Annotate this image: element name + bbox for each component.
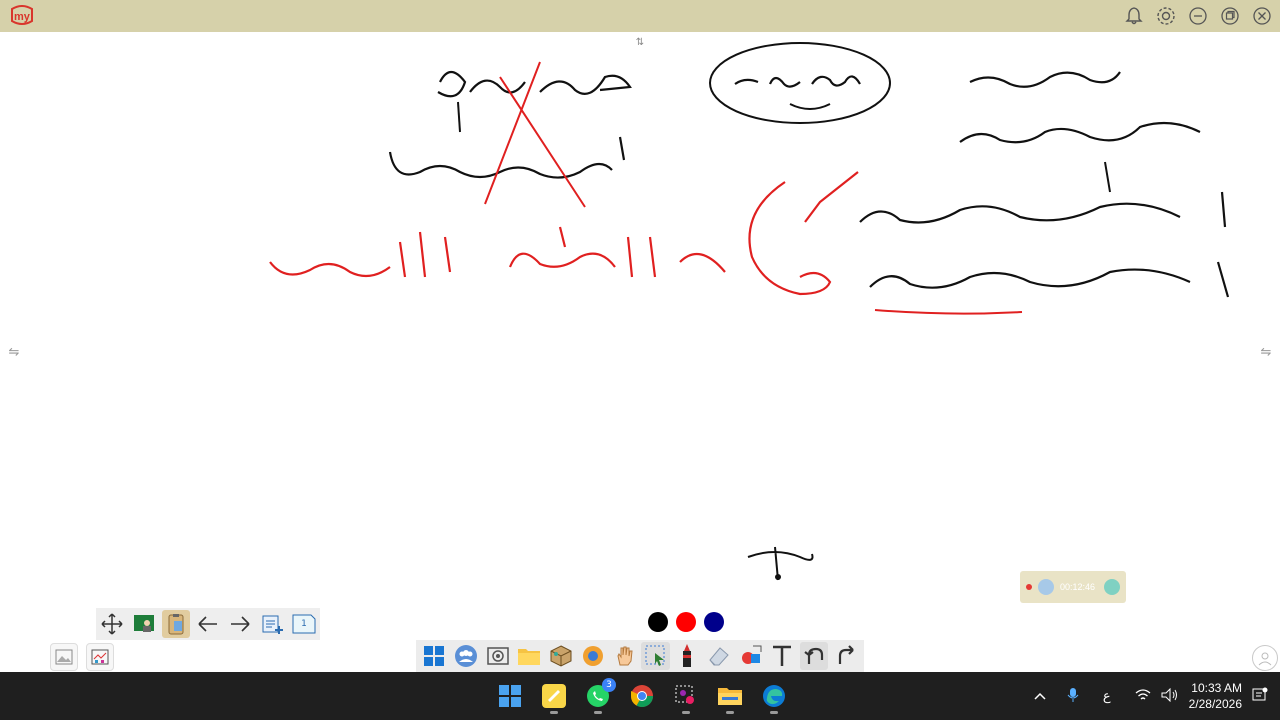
clock-time: 10:33 AM xyxy=(1191,681,1242,695)
stop-recording-button[interactable] xyxy=(1104,579,1120,595)
taskbar-whiteboard-app-icon[interactable] xyxy=(534,678,574,714)
navigation-toolbar: 1 xyxy=(96,608,320,640)
whatsapp-notification-badge: 3 xyxy=(602,678,616,692)
next-page-icon[interactable] xyxy=(226,610,254,638)
image-icon[interactable] xyxy=(50,643,78,671)
record-indicator-icon xyxy=(1026,584,1032,590)
folder-icon[interactable] xyxy=(515,642,544,670)
color-red-swatch[interactable] xyxy=(676,612,696,632)
user-profile-icon[interactable] xyxy=(1252,645,1278,671)
select-icon[interactable] xyxy=(641,642,671,670)
taskbar-chrome-icon[interactable] xyxy=(622,678,662,714)
box-3d-icon[interactable] xyxy=(547,642,576,670)
shapes-icon[interactable] xyxy=(736,642,765,670)
swap-left-icon[interactable]: ⇋ xyxy=(2,340,26,364)
recording-time: 00:12:46 xyxy=(1060,582,1096,592)
marker-icon[interactable] xyxy=(673,642,702,670)
page-number: 1 xyxy=(301,619,307,629)
taskbar-edge-icon[interactable] xyxy=(754,678,794,714)
close-icon[interactable] xyxy=(1250,4,1274,28)
gear-icon[interactable] xyxy=(1154,4,1178,28)
add-page-icon[interactable] xyxy=(258,610,286,638)
taskbar-snipping-tool-icon[interactable] xyxy=(666,678,706,714)
wifi-icon[interactable] xyxy=(1125,688,1161,705)
eraser-icon[interactable] xyxy=(705,642,734,670)
camera-icon[interactable] xyxy=(483,642,512,670)
clock-date: 2/28/2026 xyxy=(1188,697,1242,711)
text-tool-icon[interactable] xyxy=(768,642,797,670)
restore-icon[interactable] xyxy=(1218,4,1242,28)
taskbar-file-explorer-icon[interactable] xyxy=(710,678,750,714)
undo-icon[interactable] xyxy=(799,642,829,670)
input-language-indicator[interactable]: ع xyxy=(1089,688,1125,704)
move-icon[interactable] xyxy=(98,610,126,638)
system-clock[interactable]: 10:33 AM 2/28/2026 xyxy=(1183,680,1248,712)
pause-recording-button[interactable] xyxy=(1038,579,1054,595)
windows-start-icon[interactable] xyxy=(420,642,449,670)
microphone-icon[interactable] xyxy=(1057,687,1089,706)
taskbar-whatsapp-icon[interactable]: 3 xyxy=(578,678,618,714)
notifications-icon[interactable] xyxy=(1248,687,1280,706)
color-darkblue-swatch[interactable] xyxy=(704,612,724,632)
collapse-toolbar-icon[interactable]: ⇅ xyxy=(630,37,650,53)
tools-toolbar xyxy=(416,640,864,672)
page-counter[interactable]: 1 xyxy=(290,610,318,638)
app-logo-text: my xyxy=(14,11,31,23)
clipboard-icon[interactable] xyxy=(162,610,190,638)
hand-icon[interactable] xyxy=(610,642,639,670)
presenter-board-icon[interactable] xyxy=(130,610,158,638)
taskbar-start-icon[interactable] xyxy=(490,678,530,714)
previous-page-icon[interactable] xyxy=(194,610,222,638)
chart-icon[interactable] xyxy=(86,643,114,671)
browser-icon[interactable] xyxy=(578,642,607,670)
volume-icon[interactable] xyxy=(1161,687,1183,705)
title-bar: my xyxy=(0,0,1280,32)
show-hidden-icons-chevron-icon[interactable] xyxy=(1023,689,1057,704)
app-logo: my xyxy=(8,5,36,27)
users-icon[interactable] xyxy=(452,642,481,670)
recording-widget: 00:12:46 xyxy=(1020,571,1126,603)
windows-taskbar: 3 ع 10:33 AM 2/28/2026 xyxy=(0,672,1280,720)
minimize-icon[interactable] xyxy=(1186,4,1210,28)
redo-icon[interactable] xyxy=(831,642,860,670)
bell-icon[interactable] xyxy=(1122,4,1146,28)
color-black-swatch[interactable] xyxy=(648,612,668,632)
pen-color-picker xyxy=(648,612,724,632)
swap-right-icon[interactable]: ⇋ xyxy=(1254,340,1278,364)
